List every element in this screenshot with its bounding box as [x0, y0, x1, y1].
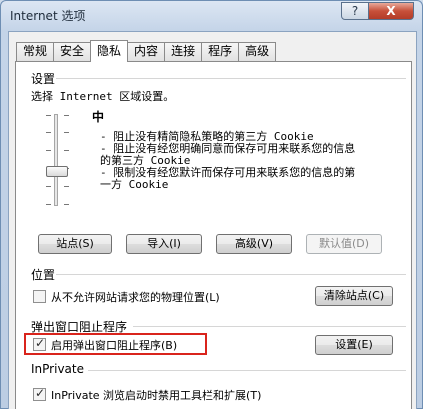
slider-tick [64, 150, 69, 151]
slider-tick [64, 204, 69, 205]
tab-content[interactable]: 内容 [127, 42, 166, 61]
location-divider [56, 274, 406, 275]
dialog-window: Internet 选项 ? X 常规 安全 隐私 内容 连接 程序 高级 设置 … [0, 0, 423, 409]
dialog-client-area: 常规 安全 隐私 内容 连接 程序 高级 设置 选择 Internet 区域设置… [8, 31, 417, 409]
default-button[interactable]: 默认值(D) [306, 234, 382, 254]
tab-advanced[interactable]: 高级 [238, 42, 277, 61]
popup-divider [133, 326, 406, 327]
popup-blocker-checkbox[interactable] [33, 336, 46, 351]
tab-connections[interactable]: 连接 [164, 42, 203, 61]
privacy-slider-thumb[interactable] [46, 166, 68, 177]
help-button[interactable]: ? [341, 2, 369, 20]
popup-blocker-label[interactable]: 启用弹出窗口阻止程序(B) [51, 337, 177, 353]
window-title: Internet 选项 [10, 9, 86, 23]
tab-programs[interactable]: 程序 [201, 42, 240, 61]
inprivate-group-label: InPrivate [31, 362, 84, 376]
close-button[interactable]: X [368, 2, 414, 20]
slider-tick [46, 150, 51, 151]
location-checkbox[interactable] [33, 290, 46, 303]
tab-security[interactable]: 安全 [53, 42, 92, 61]
location-group-label: 位置 [31, 268, 56, 282]
slider-tick [46, 186, 51, 187]
import-button[interactable]: 导入(I) [126, 234, 202, 254]
tab-privacy[interactable]: 隐私 [90, 40, 129, 62]
slider-tick [64, 186, 69, 187]
location-checkbox-label[interactable]: 从不允许网站请求您的物理位置(L) [51, 289, 220, 305]
sites-button[interactable]: 站点(S) [38, 234, 112, 254]
inprivate-checkbox-label[interactable]: InPrivate 浏览启动时禁用工具栏和扩展(T) [51, 387, 261, 403]
slider-tick [46, 115, 51, 116]
slider-tick [46, 204, 51, 205]
tab-bar: 常规 安全 隐私 内容 连接 程序 高级 [16, 40, 277, 62]
privacy-slider-track[interactable] [54, 114, 58, 206]
slider-tick [64, 115, 69, 116]
popup-settings-button[interactable]: 设置(E) [315, 335, 393, 355]
privacy-desc-line: 一方 Cookie [100, 178, 169, 191]
inprivate-divider [88, 370, 406, 371]
advanced-button[interactable]: 高级(V) [216, 234, 292, 254]
clear-sites-button[interactable]: 清除站点(C) [315, 286, 393, 306]
settings-divider [56, 78, 406, 79]
privacy-level-label: 中 [92, 110, 105, 124]
settings-group-label: 设置 [31, 72, 56, 86]
slider-tick [64, 132, 69, 133]
inprivate-checkbox[interactable] [33, 386, 46, 401]
privacy-panel: 设置 选择 Internet 区域设置。 中 - 阻止没有精简隐私策略的第三方 … [15, 61, 412, 409]
zone-instruction: 选择 Internet 区域设置。 [31, 90, 175, 103]
slider-tick [46, 132, 51, 133]
tab-general[interactable]: 常规 [16, 42, 55, 61]
